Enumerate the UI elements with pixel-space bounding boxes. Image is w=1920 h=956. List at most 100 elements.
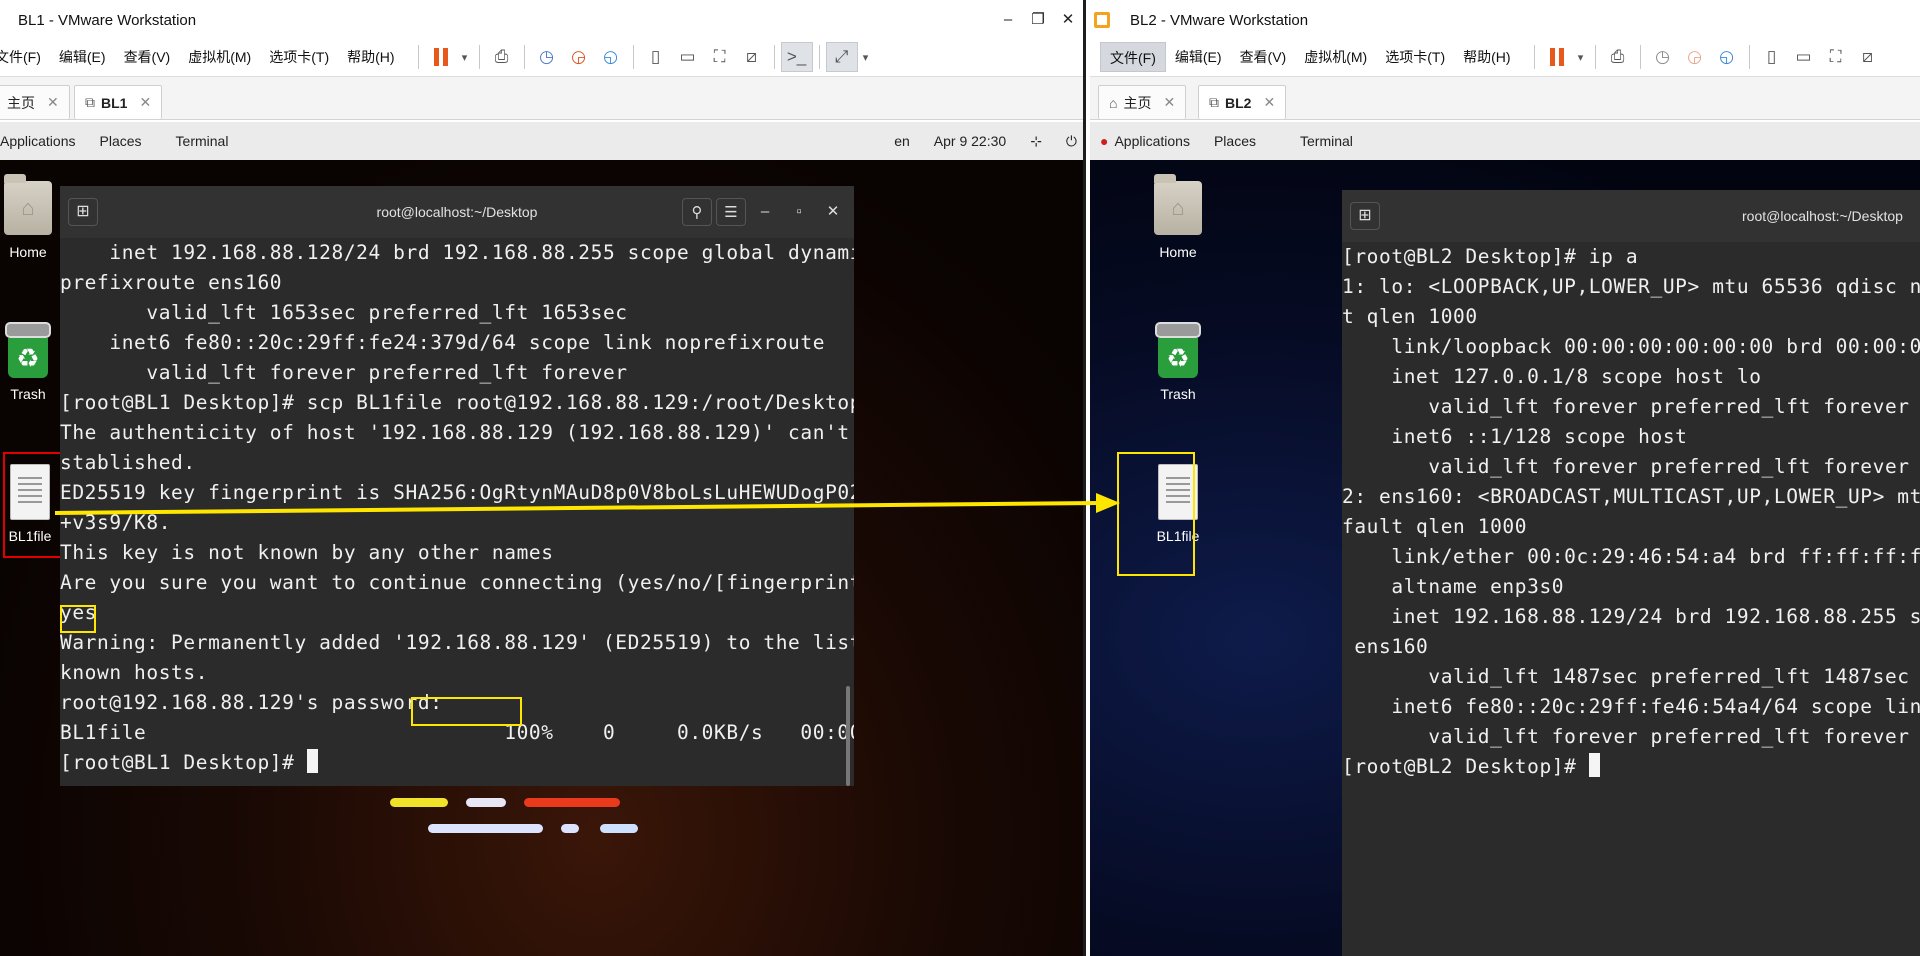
menu-view[interactable]: 查看(V) — [115, 42, 180, 72]
fullscreen-icon[interactable]: ⛶ — [704, 42, 736, 72]
menu-help[interactable]: 帮助(H) — [1454, 42, 1519, 72]
chevron-down-icon[interactable]: ▾ — [457, 42, 473, 72]
terminal-line: inet 127.0.0.1/8 scope host lo — [1342, 365, 1762, 388]
sidebar-icon[interactable]: ▯ — [640, 42, 672, 72]
send-keys-icon[interactable]: ⎙ — [486, 42, 518, 72]
language-indicator[interactable]: en — [882, 133, 922, 149]
send-keys-icon[interactable]: ⎙ — [1602, 42, 1634, 72]
sidebar-icon[interactable]: ▯ — [1756, 42, 1788, 72]
title-bar: BL2 - VMware Workstation — [1090, 0, 1920, 40]
terminal-line: 1: lo: <LOOPBACK,UP,LOWER_UP> mtu 65536 … — [1342, 275, 1920, 298]
terminal-line: This key is not known by any other names — [60, 541, 554, 564]
thumbnail-icon[interactable]: ▭ — [1788, 42, 1820, 72]
toolbar: ▾ ⎙ ◷ ◶ ◵ ▯ ▭ ⛶ ⧄ — [1528, 42, 1884, 72]
restore-button[interactable]: ❐ — [1023, 0, 1053, 40]
menu-help[interactable]: 帮助(H) — [338, 42, 403, 72]
new-tab-icon[interactable]: ⊞ — [1350, 202, 1380, 230]
tab-home[interactable]: 主页 ✕ — [0, 85, 70, 119]
places-menu[interactable]: Places — [1202, 133, 1268, 149]
tab-home[interactable]: ⌂ 主页 ✕ — [1098, 85, 1187, 119]
terminal-scrollbar[interactable] — [846, 686, 850, 786]
password-highlight-box — [411, 697, 522, 726]
places-menu[interactable]: Places — [88, 133, 154, 149]
terminal-cursor — [306, 749, 318, 773]
applications-menu[interactable]: Applications — [1108, 133, 1202, 149]
redhat-icon: ● — [1100, 133, 1109, 149]
terminal-line: prefixroute ens160 — [60, 271, 283, 294]
menu-edit[interactable]: 编辑(E) — [50, 42, 115, 72]
chevron-down-icon[interactable]: ▾ — [858, 42, 874, 72]
unity-icon[interactable]: ⧄ — [1852, 42, 1884, 72]
power-icon[interactable]: ⏻ — [1054, 133, 1083, 150]
toolbar-separator — [632, 45, 634, 69]
icon-label: Trash — [10, 386, 46, 402]
snapshot-manager-icon[interactable]: ◵ — [595, 42, 627, 72]
terminal-line: link/loopback 00:00:00:00:00:00 brd 00:0… — [1342, 335, 1920, 358]
terminal-line: stablished. — [60, 451, 196, 474]
pause-icon[interactable] — [425, 42, 457, 72]
pause-icon[interactable] — [1541, 42, 1573, 72]
close-icon[interactable]: ✕ — [139, 94, 151, 111]
unity-icon[interactable]: ⧄ — [736, 42, 768, 72]
menu-file[interactable]: 文件(F) — [0, 42, 50, 72]
close-icon[interactable]: ✕ — [818, 198, 848, 226]
tab-bl2[interactable]: ⧉ BL2 ✕ — [1198, 85, 1287, 119]
stretch-icon[interactable]: ⤢ — [825, 42, 858, 72]
terminal-line: ens160 — [1342, 635, 1429, 658]
terminal-output[interactable]: [root@BL2 Desktop]# ip a 1: lo: <LOOPBACK… — [1342, 242, 1920, 956]
terminal-header: ⊞ root@localhost:~/Desktop — [1342, 190, 1920, 242]
snapshot-manager-icon[interactable]: ◵ — [1711, 42, 1743, 72]
close-icon[interactable]: ✕ — [47, 94, 59, 111]
wallpaper-streak — [428, 824, 543, 833]
applications-menu[interactable]: Applications — [0, 133, 88, 149]
close-button[interactable]: ✕ — [1053, 0, 1083, 40]
window-controls: – ❐ ✕ — [993, 0, 1083, 40]
terminal-line: t qlen 1000 — [1342, 305, 1478, 328]
terminal-line: valid_lft forever preferred_lft forever — [60, 361, 628, 384]
icon-label: Trash — [1160, 386, 1196, 402]
desktop-icon-trash[interactable]: ♻ Trash — [1148, 320, 1208, 402]
search-icon[interactable]: ⚲ — [682, 198, 712, 226]
terminal-window-bl1: ⊞ root@localhost:~/Desktop ⚲ ☰ – ▫ ✕ ine… — [60, 186, 854, 786]
minimize-icon[interactable]: – — [750, 198, 780, 226]
close-icon[interactable]: ✕ — [1163, 94, 1175, 111]
toolbar: ▾ ⎙ ◷ ◶ ◵ ▯ ▭ ⛶ ⧄ >_ ⤢ ▾ — [412, 42, 874, 72]
menu-edit[interactable]: 编辑(E) — [1166, 42, 1231, 72]
chevron-down-icon[interactable]: ▾ — [1573, 42, 1589, 72]
toolbar-separator — [1748, 45, 1750, 69]
fullscreen-icon[interactable]: ⛶ — [1820, 42, 1852, 72]
minimize-button[interactable]: – — [993, 0, 1023, 40]
menu-tabs[interactable]: 选项卡(T) — [1376, 42, 1454, 72]
terminal-line: The authenticity of host '192.168.88.129… — [60, 421, 854, 444]
icon-label: Home — [1159, 244, 1197, 260]
tab-bar: ⌂ 主页 ✕ ⧉ BL2 ✕ — [1090, 76, 1920, 120]
console-icon[interactable]: >_ — [780, 42, 813, 72]
terminal-line: 2: ens160: <BROADCAST,MULTICAST,UP,LOWER… — [1342, 485, 1920, 508]
terminal-line: valid_lft forever preferred_lft forever — [1342, 395, 1910, 418]
terminal-line: altname enp3s0 — [1342, 575, 1565, 598]
terminal-line: valid_lft forever preferred_lft forever — [1342, 725, 1910, 748]
menu-view[interactable]: 查看(V) — [1231, 42, 1296, 72]
thumbnail-icon[interactable]: ▭ — [672, 42, 704, 72]
menu-vm[interactable]: 虚拟机(M) — [179, 42, 260, 72]
terminal-menu[interactable]: Terminal — [1288, 133, 1365, 149]
maximize-icon[interactable]: ▫ — [784, 198, 814, 226]
desktop-icon-trash[interactable]: ♻ Trash — [0, 320, 58, 402]
desktop-icon-home[interactable]: ⌂ Home — [0, 174, 58, 260]
menu-vm[interactable]: 虚拟机(M) — [1295, 42, 1376, 72]
menu-icon[interactable]: ☰ — [716, 198, 746, 226]
tab-bl1[interactable]: ⧉ BL1 ✕ — [74, 85, 163, 119]
desktop-icon-home[interactable]: ⌂ Home — [1148, 174, 1208, 260]
clock[interactable]: Apr 9 22:30 — [922, 133, 1018, 149]
terminal-header-buttons: ⚲ ☰ – ▫ ✕ — [682, 198, 848, 226]
terminal-menu[interactable]: Terminal — [164, 133, 241, 149]
network-icon[interactable]: ⊹ — [1018, 133, 1054, 150]
close-icon[interactable]: ✕ — [1263, 94, 1275, 111]
menu-tabs[interactable]: 选项卡(T) — [260, 42, 338, 72]
revert-snapshot-icon[interactable]: ◶ — [1679, 42, 1711, 72]
menu-bar: 文件(F) 编辑(E) 查看(V) 虚拟机(M) 选项卡(T) 帮助(H) ▾ … — [0, 40, 1083, 74]
snapshot-icon[interactable]: ◷ — [531, 42, 563, 72]
menu-file[interactable]: 文件(F) — [1100, 42, 1166, 72]
revert-snapshot-icon[interactable]: ◶ — [563, 42, 595, 72]
snapshot-icon[interactable]: ◷ — [1647, 42, 1679, 72]
